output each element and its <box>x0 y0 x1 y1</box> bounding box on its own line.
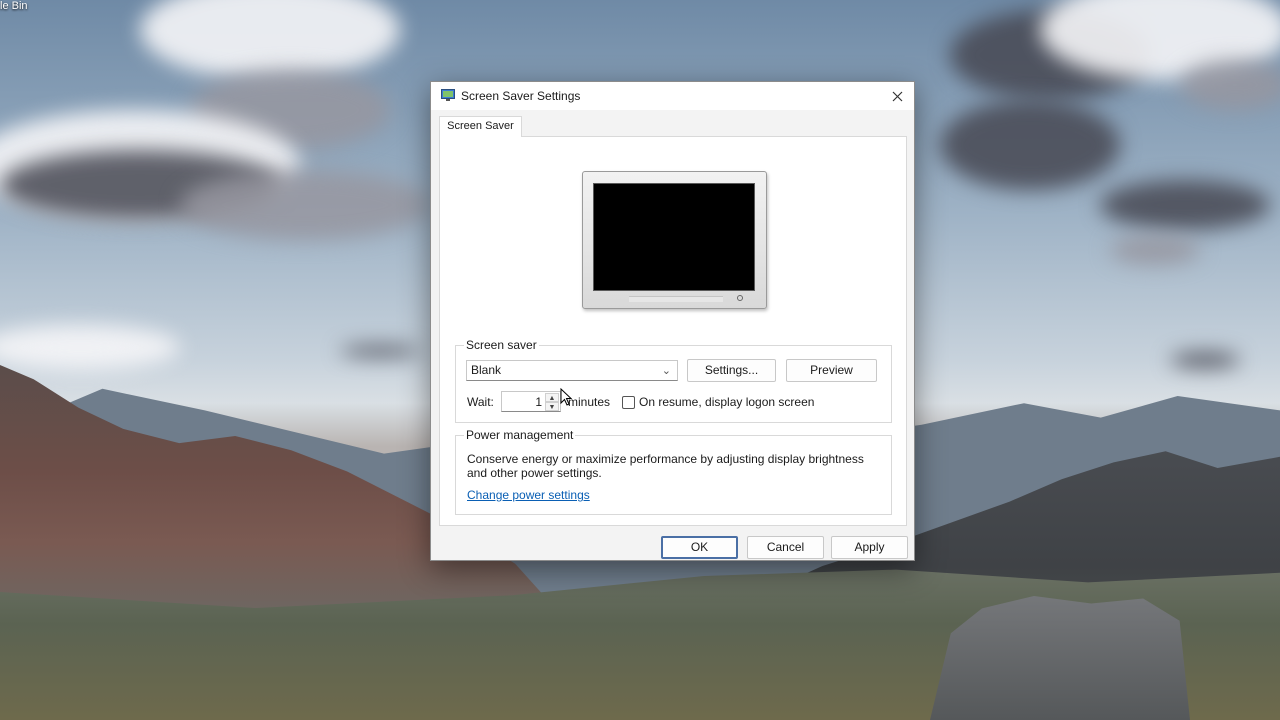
close-button[interactable] <box>880 82 914 110</box>
screen-saver-selected: Blank <box>471 363 502 377</box>
apply-button[interactable]: Apply <box>831 536 908 559</box>
wallpaper-cloud <box>1100 180 1270 230</box>
on-resume-label[interactable]: On resume, display logon screen <box>639 395 814 409</box>
monitor-preview <box>582 171 767 309</box>
close-icon <box>892 91 902 101</box>
screen-saver-panel: Screen saver Blank ⌄ Settings... Preview… <box>439 136 907 526</box>
tab-screen-saver[interactable]: Screen Saver <box>439 116 522 137</box>
minutes-label: minutes <box>568 395 611 409</box>
wallpaper-cloud <box>180 170 430 240</box>
monitor-power-icon <box>737 295 743 301</box>
wallpaper-cloud <box>1110 235 1200 265</box>
dialog-title: Screen Saver Settings <box>461 89 581 103</box>
recycle-bin-label[interactable]: le Bin <box>0 0 28 13</box>
screen-saver-group: Screen saver Blank ⌄ Settings... Preview… <box>455 338 892 423</box>
display-settings-icon <box>441 89 455 101</box>
power-management-description: Conserve energy or maximize performance … <box>467 452 864 480</box>
wallpaper-cloud <box>940 100 1120 190</box>
on-resume-checkbox[interactable] <box>622 396 635 409</box>
screen-saver-settings-dialog: Screen Saver Settings Screen Saver Scree… <box>430 81 915 561</box>
preview-screen <box>593 183 755 291</box>
cancel-button[interactable]: Cancel <box>747 536 824 559</box>
arrow-down-icon[interactable]: ▼ <box>545 402 559 411</box>
screen-saver-dropdown[interactable]: Blank ⌄ <box>466 360 678 381</box>
wait-label: Wait: <box>467 395 494 409</box>
ok-button[interactable]: OK <box>661 536 738 559</box>
monitor-stand <box>629 296 723 302</box>
power-management-group: Power management Conserve energy or maxi… <box>455 428 892 515</box>
mouse-cursor-icon <box>560 388 572 406</box>
screen-saver-group-label: Screen saver <box>464 338 539 352</box>
chevron-down-icon: ⌄ <box>661 365 671 377</box>
change-power-settings-link[interactable]: Change power settings <box>467 488 590 502</box>
wallpaper-cloud <box>1180 60 1280 110</box>
arrow-up-icon[interactable]: ▲ <box>545 393 559 402</box>
preview-button[interactable]: Preview <box>786 359 877 382</box>
wait-minutes-value: 1 <box>535 395 542 409</box>
power-management-group-label: Power management <box>464 428 576 442</box>
settings-button[interactable]: Settings... <box>687 359 776 382</box>
wallpaper-cloud <box>1170 352 1240 368</box>
wallpaper-cloud <box>340 345 420 357</box>
wait-minutes-spinbox[interactable]: 1 ▲ ▼ <box>501 391 561 412</box>
title-bar[interactable]: Screen Saver Settings <box>431 82 914 110</box>
